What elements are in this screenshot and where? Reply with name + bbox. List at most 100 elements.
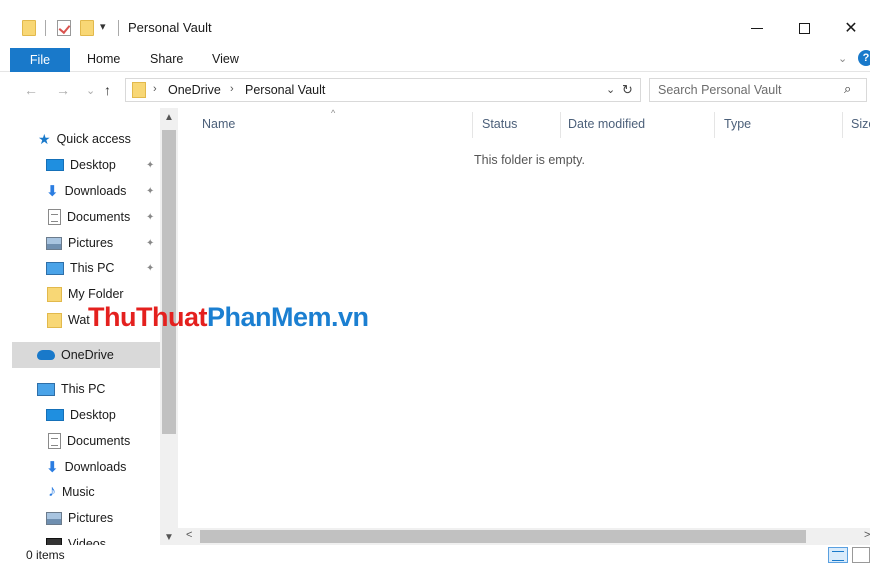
column-header-name[interactable]: Name [202,117,235,131]
computer-icon [37,382,55,396]
horizontal-scroll-thumb[interactable] [200,530,806,543]
forward-button[interactable]: → [56,82,70,98]
breadcrumb-onedrive[interactable]: OneDrive [168,83,221,97]
nav-label: OneDrive [61,348,114,362]
desktop-icon [46,409,64,421]
star-icon: ★ [38,130,51,147]
properties-icon[interactable] [57,20,71,36]
nav-label: My Folder [68,287,124,301]
column-divider[interactable] [842,112,843,138]
scroll-down-icon[interactable]: ▼ [164,532,174,543]
address-row: ← → ⌄ ↑ › OneDrive › Personal Vault ⌄ ↻ … [0,72,870,108]
column-divider[interactable] [560,112,561,138]
music-icon: ♪ [48,483,56,500]
column-header-status[interactable]: Status [482,117,517,131]
nav-label: Downloads [64,184,127,198]
nav-quick-access[interactable]: ★ Quick access [38,126,131,152]
nav-label: Desktop [70,408,116,422]
nav-item-pc-pictures[interactable]: Pictures [46,505,113,531]
nav-item-pc-desktop[interactable]: Desktop [46,402,116,428]
nav-item-this-pc[interactable]: This PC [37,376,105,402]
watermark: ThuThuatPhanMem.vn [88,302,369,333]
close-icon: ✕ [844,20,858,37]
nav-scroll-thumb[interactable] [162,130,176,434]
up-button[interactable]: ↑ [104,82,111,98]
nav-item-pictures[interactable]: Pictures [46,230,113,256]
address-dropdown-icon[interactable]: ⌄ [606,83,615,96]
empty-folder-message: This folder is empty. [474,153,585,167]
folder-icon [22,20,36,36]
pictures-icon [46,236,62,250]
separator [118,20,119,36]
computer-icon [46,261,64,275]
column-header-date-modified[interactable]: Date modified [568,117,645,131]
nav-item-downloads[interactable]: ⬇ Downloads [46,178,126,204]
nav-label: Pictures [68,511,114,525]
minimize-button[interactable] [734,14,780,42]
breadcrumb-separator[interactable]: › [230,83,234,95]
pictures-icon [46,511,62,525]
horizontal-scrollbar[interactable]: < > [178,528,870,545]
close-button[interactable]: ✕ [828,14,870,42]
pin-icon[interactable]: ✦ [146,238,154,249]
maximize-button[interactable] [781,14,827,42]
window-title: Personal Vault [128,20,212,35]
expand-ribbon-icon[interactable]: ⌄ [838,52,847,65]
scroll-up-icon[interactable]: ▲ [164,112,174,123]
nav-item-desktop[interactable]: Desktop [46,152,160,178]
tab-file[interactable]: File [10,48,70,72]
customize-toolbar-icon[interactable]: ▾ [100,20,106,33]
nav-item-pc-downloads[interactable]: ⬇ Downloads [46,454,126,480]
documents-icon [48,433,61,449]
tab-home[interactable]: Home [87,52,120,66]
nav-label: Quick access [56,132,131,146]
nav-item-pc-documents[interactable]: Documents [48,428,130,454]
column-divider[interactable] [472,112,473,138]
breadcrumb-personal-vault[interactable]: Personal Vault [245,83,325,97]
nav-label: Documents [67,210,131,224]
nav-item-onedrive[interactable]: OneDrive [12,342,160,368]
refresh-icon[interactable]: ↻ [622,82,633,98]
nav-label: Desktop [70,158,116,172]
minimize-icon [751,27,763,29]
new-folder-icon[interactable] [80,20,94,36]
large-icons-view-icon[interactable] [852,547,870,563]
tab-share[interactable]: Share [150,52,183,66]
nav-label: This PC [70,261,115,275]
pin-icon[interactable]: ✦ [146,186,154,197]
nav-label: Music [62,485,95,499]
nav-item-wat[interactable]: Wat [47,307,90,333]
column-divider[interactable] [714,112,715,138]
search-box[interactable]: ⌕ [649,78,867,102]
separator [45,20,46,36]
nav-label: Wat [68,313,90,327]
column-header-size[interactable]: Size [851,117,870,131]
recent-locations-button[interactable]: ⌄ [86,84,95,97]
pin-icon[interactable]: ✦ [146,212,154,223]
watermark-part1: ThuThuat [88,302,207,332]
column-header-type[interactable]: Type [724,117,751,131]
nav-item-pc-music[interactable]: ♪ Music [48,479,95,505]
search-icon[interactable]: ⌕ [844,81,851,97]
nav-label: Pictures [68,236,114,250]
back-button[interactable]: ← [24,82,38,98]
ribbon: File Home Share View ⌄ ? [0,44,870,72]
folder-icon [47,286,62,302]
nav-item-documents[interactable]: Documents [48,204,130,230]
search-input[interactable] [650,79,840,101]
sort-ascending-icon: ^ [331,108,336,118]
scroll-left-icon[interactable]: < [186,529,192,541]
breadcrumb-separator[interactable]: › [153,83,157,95]
details-view-icon[interactable] [828,547,848,563]
pin-icon[interactable]: ✦ [146,263,154,274]
pin-icon[interactable]: ✦ [146,160,154,171]
nav-item-this-pc-quick[interactable]: This PC [46,255,114,281]
nav-label: Documents [67,434,131,448]
tab-view[interactable]: View [212,52,239,66]
help-icon[interactable]: ? [858,50,870,66]
scroll-right-icon[interactable]: > [864,529,870,541]
item-count: 0 items [26,548,65,562]
title-bar: ▾ Personal Vault ✕ [0,0,870,44]
address-bar[interactable]: › OneDrive › Personal Vault ⌄ ↻ [125,78,641,102]
documents-icon [48,209,61,225]
